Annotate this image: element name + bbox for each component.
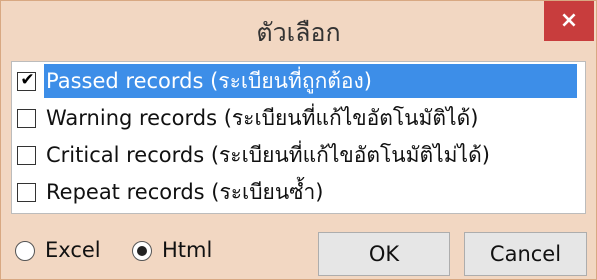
ok-button[interactable]: OK — [318, 232, 450, 276]
excel-radio-label[interactable]: Excel — [45, 235, 101, 265]
cancel-button[interactable]: Cancel — [464, 232, 587, 276]
record-item-repeat[interactable]: Repeat records (ระเบียนซ้ำ) — [12, 174, 585, 210]
checkmark-icon: ✔ — [20, 70, 35, 90]
record-type-list[interactable]: ✔ Passed records (ระเบียนที่ถูกต้อง) War… — [11, 61, 586, 214]
window-title: ตัวเลือก — [256, 18, 341, 47]
repeat-checkbox[interactable] — [17, 183, 36, 202]
dialog-footer: Excel Html OK Cancel — [1, 219, 596, 279]
html-radio[interactable] — [132, 241, 152, 261]
passed-checkbox[interactable]: ✔ — [17, 70, 36, 91]
html-radio-label[interactable]: Html — [162, 235, 212, 265]
excel-radio[interactable] — [15, 241, 35, 261]
record-item-warning[interactable]: Warning records (ระเบียนที่แก้ไขอัตโนมัต… — [12, 100, 585, 136]
record-item-label: Critical records (ระเบียนที่แก้ไขอัตโนมั… — [46, 143, 490, 167]
close-button[interactable]: × — [544, 1, 594, 41]
warning-checkbox[interactable] — [17, 109, 36, 128]
radio-selected-dot — [137, 246, 147, 256]
record-item-label: Warning records (ระเบียนที่แก้ไขอัตโนมัต… — [46, 106, 479, 130]
record-item-passed[interactable]: ✔ Passed records (ระเบียนที่ถูกต้อง) — [12, 63, 585, 99]
record-item-label: Repeat records (ระเบียนซ้ำ) — [46, 180, 324, 204]
title-bar[interactable]: ตัวเลือก × — [1, 1, 596, 59]
record-item-label: Passed records (ระเบียนที่ถูกต้อง) — [44, 64, 577, 98]
close-icon: × — [559, 8, 579, 33]
record-item-critical[interactable]: Critical records (ระเบียนที่แก้ไขอัตโนมั… — [12, 137, 585, 173]
critical-checkbox[interactable] — [17, 146, 36, 165]
options-dialog: ตัวเลือก × ✔ Passed records (ระเบียนที่ถ… — [0, 0, 597, 280]
